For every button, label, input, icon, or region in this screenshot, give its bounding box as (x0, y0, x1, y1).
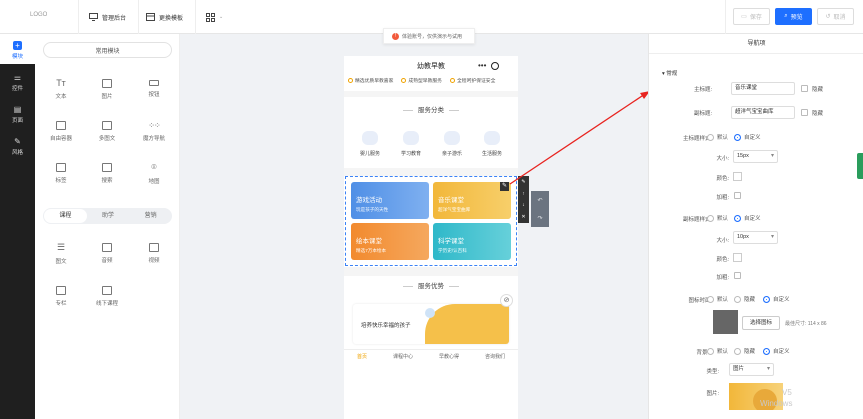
choose-icon-label: 选择图标 (749, 320, 772, 326)
section-toggle[interactable]: ▾ 常规 (662, 69, 677, 77)
radio-label: 默认 (717, 297, 729, 303)
watermark-text: V5 (782, 388, 792, 397)
color-label: 颜色: (716, 176, 729, 182)
main-title-label: 主标题: (693, 87, 712, 93)
watermark-text: Windows (760, 399, 793, 408)
size-label: 大小: (716, 238, 729, 244)
sub-style-label: 副标题样式: (682, 217, 712, 223)
radio-label: 默认 (717, 349, 729, 355)
main-style-custom-radio[interactable]: 自定义 (734, 133, 761, 141)
panel-title: 导航项 (649, 34, 863, 54)
sub-title-input[interactable]: 超洋气宝宝曲库 (731, 106, 795, 119)
type-label: 类型: (706, 369, 719, 375)
sub-color-picker[interactable] (733, 253, 742, 262)
icon-default-radio[interactable]: 默认 (707, 295, 728, 303)
sub-bold-checkbox[interactable] (734, 272, 741, 279)
icon-preview (713, 310, 738, 334)
sub-title-label: 副标题: (693, 111, 712, 117)
bg-default-radio[interactable]: 默认 (707, 347, 728, 355)
hide-label: 隐藏 (812, 87, 824, 93)
main-style-default-radio[interactable]: 默认 (707, 133, 728, 141)
main-color-picker[interactable] (733, 172, 742, 181)
hide-sub-checkbox[interactable] (801, 109, 808, 116)
icon-face-label: 图标时面: (688, 298, 712, 304)
bg-type-select[interactable]: 图片 (729, 363, 774, 376)
background-label: 背景: (696, 350, 709, 356)
main-bold-checkbox[interactable] (734, 192, 741, 199)
bg-hide-radio[interactable]: 隐藏 (734, 347, 755, 355)
radio-label: 自定义 (773, 297, 790, 303)
radio-label: 默认 (717, 216, 729, 222)
radio-label: 隐藏 (744, 349, 756, 355)
caret-down-icon: ▾ (662, 71, 665, 77)
color-label: 颜色: (716, 257, 729, 263)
sub-size-select[interactable]: 10px (733, 231, 778, 244)
main-style-label: 主标题样式: (682, 136, 712, 142)
hide-label: 隐藏 (812, 111, 824, 117)
main-size-select[interactable]: 15px (733, 150, 778, 163)
best-size-hint: 最佳尺寸: 114 x 86 (785, 321, 827, 327)
bg-custom-radio[interactable]: 自定义 (763, 347, 790, 355)
sub-style-default-radio[interactable]: 默认 (707, 214, 728, 222)
image-label: 图片: (706, 391, 719, 397)
radio-label: 自定义 (773, 349, 790, 355)
icon-hide-radio[interactable]: 隐藏 (734, 295, 755, 303)
radio-label: 默认 (717, 135, 729, 141)
hide-main-checkbox[interactable] (801, 85, 808, 92)
sub-style-custom-radio[interactable]: 自定义 (734, 214, 761, 222)
radio-label: 自定义 (744, 135, 761, 141)
radio-label: 隐藏 (744, 297, 756, 303)
section-label: 常规 (666, 71, 678, 77)
bold-label: 加粗: (716, 195, 729, 201)
bold-label: 加粗: (716, 275, 729, 281)
side-handle[interactable] (857, 153, 863, 179)
choose-icon-button[interactable]: 选择图标 (742, 316, 780, 330)
size-label: 大小: (716, 156, 729, 162)
property-panel: 导航项 ▾ 常规 主标题: 音乐课堂 隐藏 副标题: 超洋气宝宝曲库 隐藏 主标… (648, 34, 863, 419)
main-title-input[interactable]: 音乐课堂 (731, 82, 795, 95)
icon-custom-radio[interactable]: 自定义 (763, 295, 790, 303)
radio-label: 自定义 (744, 216, 761, 222)
